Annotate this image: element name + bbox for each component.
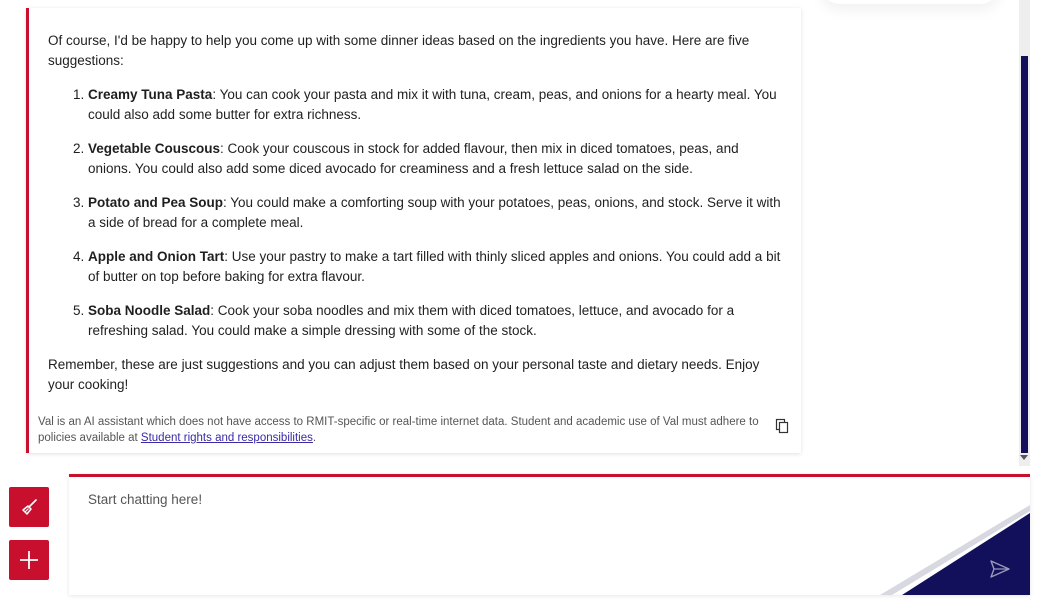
assistant-message: Of course, I'd be happy to help you come…	[26, 8, 801, 453]
previous-message-edge	[820, 0, 1000, 4]
send-button[interactable]	[988, 557, 1012, 581]
scroll-down-arrow-icon[interactable]	[1020, 455, 1028, 460]
broom-icon	[22, 499, 37, 515]
list-item: Soba Noodle Salad: Cook your soba noodle…	[88, 301, 783, 341]
student-rights-link[interactable]: Student rights and responsibilities	[141, 432, 313, 444]
message-outro: Remember, these are just suggestions and…	[48, 357, 760, 392]
list-item: Apple and Onion Tart: Use your pastry to…	[88, 247, 783, 287]
message-body: Of course, I'd be happy to help you come…	[48, 31, 783, 395]
message-intro: Of course, I'd be happy to help you come…	[48, 33, 750, 68]
chat-input-container	[69, 474, 1030, 595]
plus-icon	[20, 551, 38, 569]
chat-scrollbar[interactable]	[1019, 0, 1030, 466]
chat-area: Of course, I'd be happy to help you come…	[0, 0, 1018, 466]
item-title: Apple and Onion Tart	[88, 249, 225, 264]
disclaimer-end: .	[312, 432, 317, 444]
copy-icon	[775, 418, 789, 434]
disclaimer: Val is an AI assistant which does not ha…	[38, 414, 773, 446]
new-chat-button[interactable]	[9, 540, 49, 580]
send-icon	[990, 560, 1010, 578]
item-title: Creamy Tuna Pasta	[88, 87, 213, 102]
item-title: Potato and Pea Soup	[88, 195, 224, 210]
item-title: Vegetable Couscous	[88, 141, 221, 156]
copy-button[interactable]	[774, 418, 790, 434]
list-item: Creamy Tuna Pasta: You can cook your pas…	[88, 85, 783, 125]
item-title: Soba Noodle Salad	[88, 303, 211, 318]
list-item: Vegetable Couscous: Cook your couscous i…	[88, 139, 783, 179]
suggestion-list: Creamy Tuna Pasta: You can cook your pas…	[48, 85, 783, 341]
clear-chat-button[interactable]	[9, 487, 49, 527]
chat-input[interactable]	[69, 477, 1030, 595]
scrollbar-thumb[interactable]	[1021, 56, 1028, 453]
list-item: Potato and Pea Soup: You could make a co…	[88, 193, 783, 233]
